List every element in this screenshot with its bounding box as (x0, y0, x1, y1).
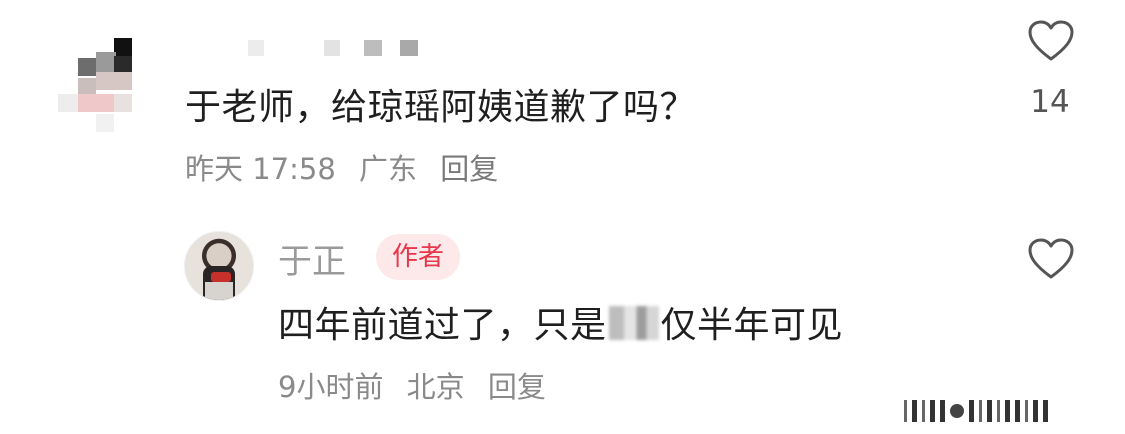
reply-text-part: 四年前道过了，只是 (278, 305, 607, 346)
reply-location: 北京 (406, 370, 465, 404)
comment-time: 昨天 17:58 (185, 152, 336, 186)
avatar-detail (211, 272, 231, 282)
comment-location: 广东 (359, 152, 418, 186)
reply-author-name[interactable]: 于正 (278, 234, 346, 283)
reply-text-part: 仅半年可见 (660, 305, 844, 346)
comment-like-count: 14 (1030, 84, 1070, 120)
heart-outline-icon[interactable] (1028, 238, 1074, 280)
commenter-avatar[interactable] (56, 38, 136, 134)
redacted-text (608, 306, 659, 340)
reply-text: 四年前道过了，只是 仅半年可见 (278, 296, 843, 348)
comment-reply-button[interactable]: 回复 (440, 152, 498, 186)
heart-outline-icon[interactable] (1028, 20, 1074, 62)
commenter-name-redacted[interactable] (240, 38, 430, 58)
reply-meta: 9小时前 北京 回复 (278, 364, 560, 406)
reply-reply-button[interactable]: 回复 (488, 370, 546, 404)
author-avatar[interactable] (184, 231, 254, 301)
comment-meta: 昨天 17:58 广东 回复 (185, 146, 512, 188)
watermark (904, 398, 1114, 424)
author-badge: 作者 (376, 234, 461, 280)
avatar-detail (205, 282, 233, 300)
comment-text: 于老师，给琼瑶阿姨道歉了吗？ (185, 87, 697, 128)
reply-time: 9小时前 (278, 370, 384, 404)
